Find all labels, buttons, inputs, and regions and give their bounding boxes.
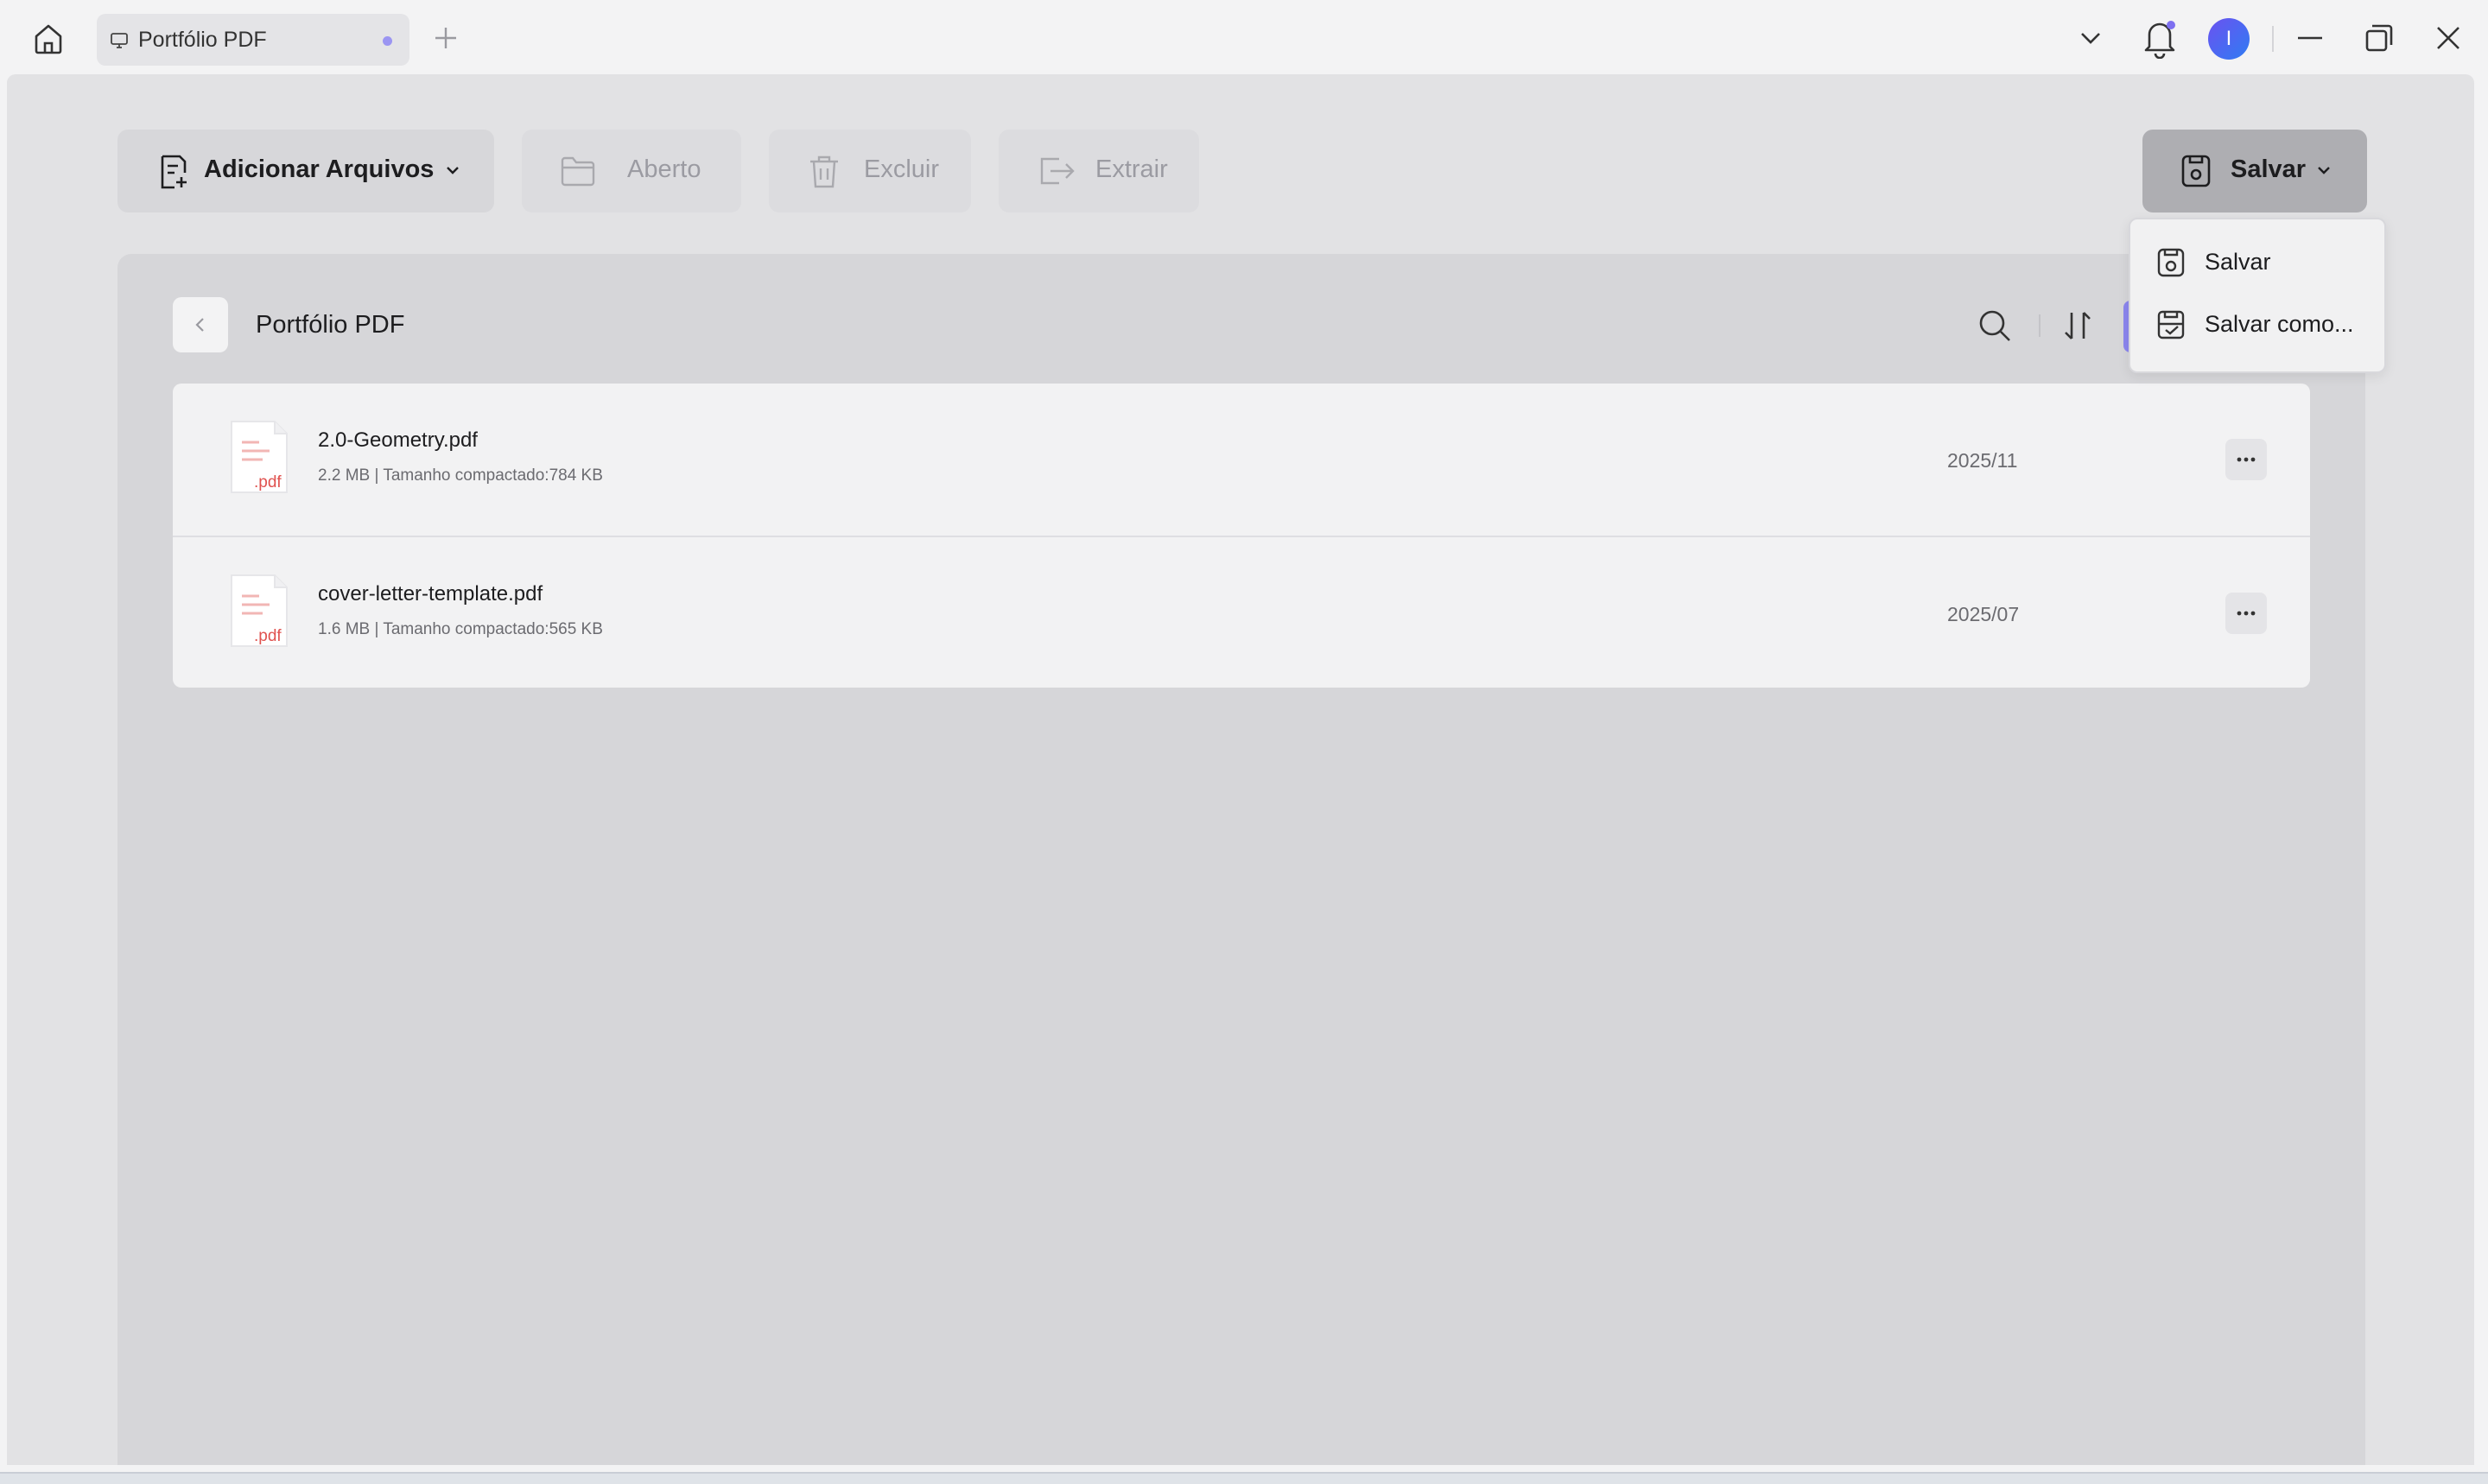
add-file-icon <box>161 155 187 189</box>
open-label: Aberto <box>627 155 701 183</box>
search-icon <box>1979 310 2010 341</box>
close-button[interactable] <box>2431 21 2466 55</box>
chevron-down-icon <box>447 167 459 174</box>
file-date: 2025/11 <box>1947 449 2018 472</box>
bell-icon <box>2144 21 2175 59</box>
title-bar: Portfólio PDF I <box>0 0 2488 76</box>
menu-item-save-as[interactable]: Salvar como... <box>2130 294 2384 354</box>
file-size: 2.2 MB | Tamanho compactado:784 KB <box>318 466 603 485</box>
chevron-down-icon <box>2318 167 2330 174</box>
toolbar-divider <box>2039 314 2041 337</box>
save-as-icon <box>2157 310 2185 339</box>
menu-item-label: Salvar <box>2205 249 2271 275</box>
delete-label: Excluir <box>864 155 940 183</box>
extract-button[interactable]: Extrair <box>999 130 1199 212</box>
sort-icon <box>2065 312 2091 339</box>
save-dropdown-menu: Salvar Salvar como... <box>2129 218 2386 373</box>
add-files-label: Adicionar Arquivos <box>204 155 435 183</box>
menu-item-save[interactable]: Salvar <box>2130 231 2384 292</box>
more-options-button[interactable] <box>2225 439 2267 480</box>
titlebar-divider <box>2272 26 2274 52</box>
save-icon <box>2181 155 2211 187</box>
file-row[interactable]: .pdf 2.0-Geometry.pdf 2.2 MB | Tamanho c… <box>173 384 2310 536</box>
monitor-icon <box>111 33 128 48</box>
user-avatar[interactable]: I <box>2208 18 2250 60</box>
back-button[interactable] <box>173 297 228 352</box>
save-button[interactable]: Salvar <box>2142 130 2367 212</box>
delete-button[interactable]: Excluir <box>769 130 971 212</box>
file-ext: .pdf <box>254 627 282 645</box>
trash-icon <box>810 155 838 188</box>
search-button[interactable] <box>1977 308 2013 344</box>
open-button[interactable]: Aberto <box>522 130 741 212</box>
folder-icon <box>561 156 595 187</box>
restore-button[interactable] <box>2362 21 2396 55</box>
add-files-button[interactable]: Adicionar Arquivos <box>117 130 494 212</box>
file-size: 1.6 MB | Tamanho compactado:565 KB <box>318 620 603 638</box>
file-date: 2025/07 <box>1947 603 2020 625</box>
more-options-button[interactable] <box>2225 593 2267 634</box>
save-label: Salvar <box>2231 155 2307 183</box>
page-title: Portfólio PDF <box>256 311 405 339</box>
unsaved-indicator <box>383 36 392 46</box>
minimize-button[interactable] <box>2293 21 2327 55</box>
portfolio-content: Portfólio PDF .pdf 2.0-Geometry.pdf 2.2 … <box>117 254 2365 1465</box>
file-ext: .pdf <box>254 473 282 491</box>
minimize-icon <box>2298 36 2322 40</box>
chevron-left-icon <box>195 318 204 332</box>
tab-portfolio-pdf[interactable]: Portfólio PDF <box>97 14 409 66</box>
menu-item-label: Salvar como... <box>2205 311 2354 337</box>
file-name: 2.0-Geometry.pdf <box>318 428 478 452</box>
more-horizontal-icon <box>2237 457 2256 462</box>
save-icon <box>2157 248 2185 277</box>
new-tab-button[interactable] <box>430 22 461 54</box>
file-row[interactable]: .pdf cover-letter-template.pdf 1.6 MB | … <box>173 536 2310 688</box>
main-panel: Adicionar Arquivos Aberto Excluir Extrai… <box>7 74 2474 1465</box>
notifications-button[interactable] <box>2141 17 2179 59</box>
file-name: cover-letter-template.pdf <box>318 582 543 606</box>
more-horizontal-icon <box>2237 611 2256 616</box>
file-list: .pdf 2.0-Geometry.pdf 2.2 MB | Tamanho c… <box>173 384 2310 688</box>
home-icon <box>35 24 62 54</box>
tab-list-button[interactable] <box>2073 21 2108 55</box>
extract-label: Extrair <box>1095 155 1168 183</box>
plus-icon <box>435 28 456 48</box>
home-button[interactable] <box>26 19 71 59</box>
close-icon <box>2437 27 2459 49</box>
chevron-down-icon <box>2081 33 2100 44</box>
sort-button[interactable] <box>2061 308 2094 344</box>
restore-icon <box>2365 24 2393 52</box>
extract-icon <box>1040 157 1075 185</box>
tab-label: Portfólio PDF <box>138 28 267 52</box>
